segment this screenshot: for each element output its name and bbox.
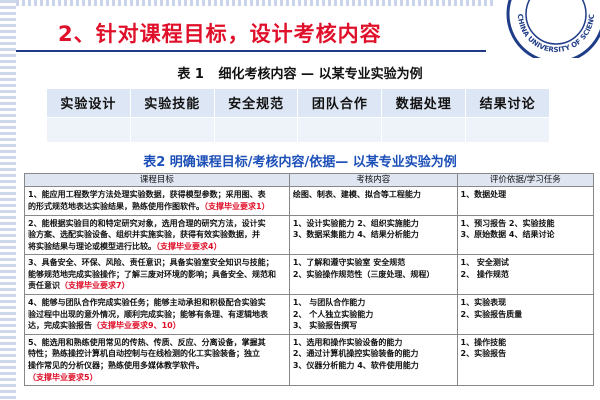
content-cell: 绘图、制表、建模、拟合等工程能力: [288, 186, 458, 216]
university-logo: CHINA UNIVERSITY OF SCIENCE AND TECH: [488, 0, 600, 58]
assessment-breakdown-table: 实验设计 实验技能 安全规范 团队合作 数据处理 结果讨论: [46, 88, 550, 144]
content-cell: 1、了解和遵守实验室 安全规范 2、实验操作规范性（三废处理、规程）: [288, 254, 458, 296]
table-row: 4、能够与团队合作完成实验任务；能够主动承担和积极配合实验实 验过程中出现的意外…: [24, 294, 595, 335]
table1-empty-cell: [465, 116, 550, 144]
table1-empty-cell: [46, 116, 131, 144]
goal-cell: 5、能选用和熟练使用常见的传热、传质、反应、分离设备，掌握其 特性；熟练操控计算…: [24, 333, 290, 387]
table1-header-cell: 实验设计: [46, 88, 131, 118]
table1-caption-text: 细化考核内容 — 以某专业实验为例: [218, 67, 423, 82]
goal-cell: 4、能够与团队合作完成实验任务；能够主动承担和积极配合实验实 验过程中出现的意外…: [24, 294, 290, 335]
content-cell: 1、选用和操作实验设备的能力 2、通过计算机操控实验装备的能力 3、仪器分析能力…: [288, 333, 458, 387]
table1-header-cell: 实验技能: [129, 88, 215, 118]
table1-header-cell: 安全规范: [213, 88, 299, 118]
graduation-requirement: （支撑毕业要求7）: [60, 281, 130, 291]
graduation-requirement: （支撑毕业要求4）: [156, 241, 222, 251]
table2-caption: 表2 明确课程目标/考核内容/依据— 以某专业实验为例: [143, 155, 457, 170]
table2-header-content: 考核内容: [288, 172, 458, 188]
goal-cell: 3、具备安全、环保、风险、责任意识；具备实验室安全知识与技能； 能够规范地完成实…: [24, 254, 290, 296]
table1-caption: 表 1 细化考核内容 — 以某专业实验为例: [0, 63, 600, 82]
basis-cell: 1、数据处理: [456, 186, 595, 216]
basis-cell: 1、操作技能 2、实验报告: [456, 333, 595, 387]
graduation-requirement: （支撑毕业要求1）: [204, 201, 270, 211]
graduation-requirement: （支撑毕业要求9、10）: [92, 321, 181, 331]
content-cell: 1、 与团队合作能力 2、 个人独立实验能力 3、 实验报告撰写: [288, 294, 458, 335]
table-row: 5、能选用和熟练使用常见的传热、传质、反应、分离设备，掌握其 特性；熟练操控计算…: [24, 333, 595, 387]
table2-header-goal: 课程目标: [24, 172, 290, 188]
header-stripe: [16, 0, 496, 6]
table2-header-basis: 评价依据/学习任务: [456, 172, 595, 188]
table1-header-cell: 数据处理: [381, 88, 467, 118]
table-row: 1、能应用工程数学方法处理实验数据，获得模型参数；采用图、表 的形式规范地表达实…: [24, 186, 595, 216]
goal-cell: 1、能应用工程数学方法处理实验数据，获得模型参数；采用图、表 的形式规范地表达实…: [24, 186, 290, 216]
table1-empty-cell: [129, 116, 215, 144]
title-rule: [16, 50, 486, 52]
table-row: 3、具备安全、环保、风险、责任意识；具备实验室安全知识与技能； 能够规范地完成实…: [24, 254, 595, 296]
table1-empty-cell: [297, 116, 383, 144]
table1-empty-cell: [381, 116, 467, 144]
table-row: 2、能根据实验目的和特定研究对象，选用合理的研究方法，设计实 验方案、选配实验设…: [24, 214, 595, 256]
table1-header-cell: 结果讨论: [465, 88, 550, 118]
slide-title: 2、针对课程目标，设计考核内容: [58, 22, 382, 46]
course-goals-table: 课程目标 考核内容 评价依据/学习任务 1、能应用工程数学方法处理实验数据，获得…: [24, 172, 595, 387]
graduation-requirement: （支撑毕业要求5）: [28, 372, 98, 382]
basis-cell: 1、预习报告 2、实验技能 3、原始数据 4、结果讨论: [456, 214, 595, 256]
goal-cell: 2、能根据实验目的和特定研究对象，选用合理的研究方法，设计实 验方案、选配实验设…: [24, 214, 290, 256]
basis-cell: 1、实验表现 2、实验报告质量: [456, 294, 595, 335]
table1-caption-number: 表 1: [177, 67, 204, 82]
left-decoration: [0, 0, 16, 400]
basis-cell: 1、 安全测试 2、 操作规范: [456, 254, 595, 296]
content-cell: 1、设计实验能力 2、组织实施能力 3、数据采集能力 4、结果分析能力: [288, 214, 458, 256]
table1-header-cell: 团队合作: [297, 88, 383, 118]
table1-empty-cell: [213, 116, 299, 144]
